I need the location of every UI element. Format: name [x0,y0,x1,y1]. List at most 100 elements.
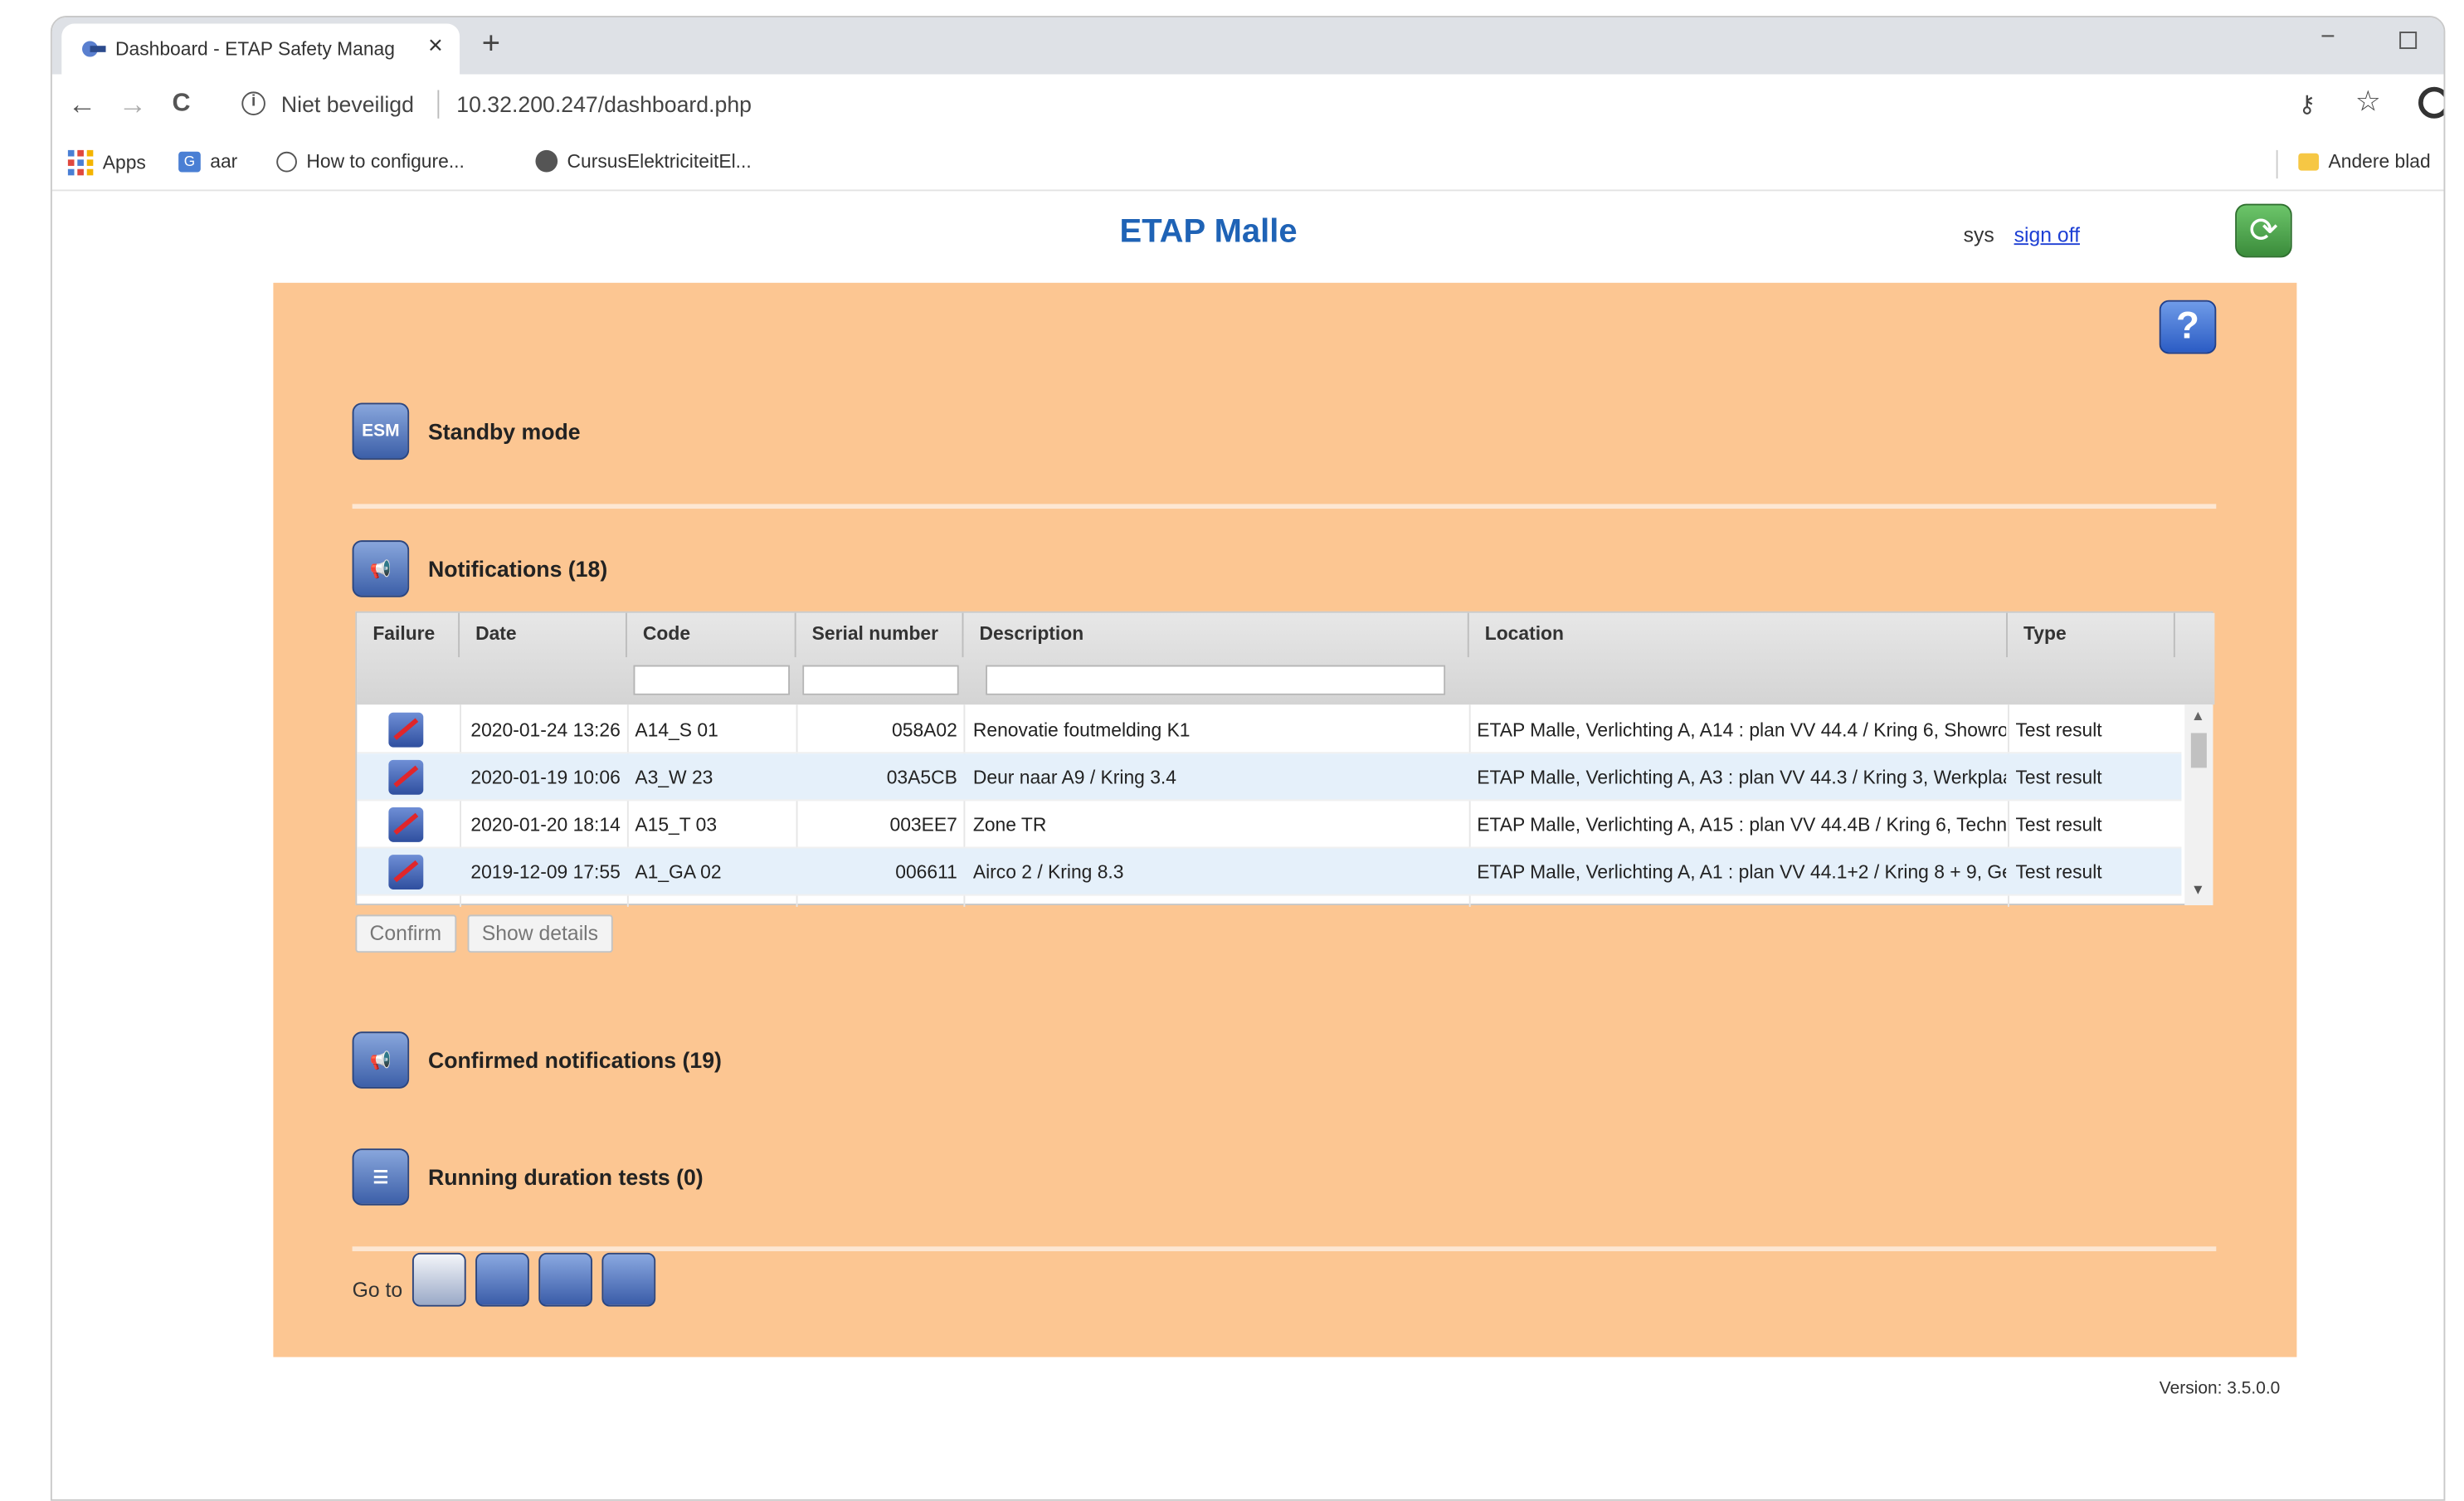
esm-standby-icon[interactable]: ESM [352,402,410,461]
table-row[interactable]: 2020-01-19 10:06 A3_W 23 03A5CB Deur naa… [357,753,2182,802]
serial-filter-input[interactable] [802,665,959,695]
code-filter-input[interactable] [633,665,790,695]
table-header: Failure Date Code Serial number Descript… [357,612,2215,705]
tab-title: Dashboard - ETAP Safety Manag [114,37,395,61]
megaphone-check-icon[interactable]: 📢 [352,1031,410,1089]
bookmark-label: Apps [102,151,146,174]
browser-toolbar: ← → C i Niet beveiligd 10.32.200.247/das… [51,74,2444,138]
dashboard-page: ETAP Malle sys sign off ⟳ ? ESM Standby … [51,191,2444,1499]
description-filter-input[interactable] [986,665,1446,695]
version-label: Version: 3.5.0.0 [2159,1379,2281,1399]
bookmark-label: How to configure... [306,149,465,173]
table-row[interactable]: 2019-12-09 17:55 A1_GA 02 006611 Airco 2… [357,848,2182,896]
bookmark-star-icon[interactable]: ☆ [2355,85,2381,119]
browser-tab[interactable]: Dashboard - ETAP Safety Manag × [61,23,460,75]
table-scrollbar[interactable]: ▲ ▼ [2184,704,2213,905]
other-bookmarks-label: Andere blad [2328,149,2431,173]
scroll-up-icon[interactable]: ▲ [2191,708,2205,724]
show-details-button[interactable]: Show details [467,914,613,953]
divider [352,504,2217,509]
goto-tools-button[interactable] [538,1252,592,1307]
confirmed-notifications-section[interactable]: 📢 Confirmed notifications (19) [352,1031,722,1089]
goto-installation-button[interactable] [475,1252,529,1307]
cell-code: A3_W 23 [635,766,713,789]
cell-location: ETAP Malle, Verlichting A, A14 : plan VV… [1477,719,2007,741]
screenshot-stage: Dashboard - ETAP Safety Manag × + − ← → … [0,0,2464,1501]
back-button[interactable]: ← [68,89,96,122]
cell-date: 2020-01-19 10:06 [470,766,621,789]
apps-grid-icon [67,149,94,176]
scroll-thumb[interactable] [2190,733,2207,768]
running-tests-label: Running duration tests (0) [427,1164,704,1190]
cell-serial: 03A5CB [886,766,957,789]
bookmark-separator [2276,149,2278,179]
column-header-serial[interactable]: Serial number [796,612,964,658]
tab-close-icon[interactable]: × [428,33,443,61]
folder-icon [2298,152,2320,170]
cell-code: A1_GA 02 [635,860,722,884]
running-tests-section[interactable]: ☰ Running duration tests (0) [352,1148,704,1206]
failure-lamp-icon [388,855,424,889]
key-icon[interactable]: ⚷ [2298,90,2315,118]
bookmarks-bar: Apps G aar How to configure... CursusEle… [51,138,2444,192]
minimize-button[interactable]: − [2320,24,2335,52]
standby-section[interactable]: ESM Standby mode [352,402,581,461]
column-header-failure[interactable]: Failure [357,612,460,658]
cell-code: A15_T 03 [635,813,718,836]
goto-label: Go to [352,1278,403,1302]
username: sys [1963,222,1994,247]
browser-window: Dashboard - ETAP Safety Manag × + − ← → … [50,16,2446,1501]
dashboard-panel: ? ESM Standby mode 📢 Notifications (18) … [273,282,2297,1357]
new-tab-button[interactable]: + [482,27,500,63]
globe-icon [535,149,558,173]
notifications-table: Failure Date Code Serial number Descript… [355,611,2215,907]
column-header-location[interactable]: Location [1469,612,2008,658]
cell-serial: 058A02 [892,719,957,741]
goto-luminaires-button[interactable] [411,1252,466,1307]
failure-lamp-icon [388,807,424,842]
cell-code: A14_S 01 [635,719,718,741]
goto-reports-button[interactable] [601,1252,656,1307]
other-bookmarks[interactable]: Andere blad [2298,149,2431,173]
sign-off-link[interactable]: sign off [2014,222,2080,246]
confirm-button[interactable]: Confirm [355,914,456,953]
divider [352,1246,2217,1251]
cell-description: Renovatie foutmelding K1 [972,719,1191,741]
failure-lamp-icon [388,759,424,795]
cell-date: 2019-12-09 17:55 [470,860,621,884]
megaphone-icon[interactable]: 📢 [352,540,410,597]
bookmark-label: aar [210,149,238,173]
cell-location: ETAP Malle, Verlichting A, A1 : plan VV … [1477,860,2007,884]
bookmark-apps[interactable]: Apps [67,149,146,176]
column-header-code[interactable]: Code [627,612,796,658]
restore-button[interactable] [2399,32,2418,50]
tab-strip: Dashboard - ETAP Safety Manag × + − [51,17,2444,75]
column-header-type[interactable]: Type [2008,612,2175,658]
bookmark-cursus[interactable]: CursusElektriciteitEl... [535,149,752,173]
bookmark-how-to-configure[interactable]: How to configure... [276,150,465,173]
duration-test-icon[interactable]: ☰ [352,1148,410,1206]
profile-icon[interactable] [2418,86,2444,119]
column-header-date[interactable]: Date [460,612,627,658]
bookmark-label: CursusElektriciteitEl... [567,149,752,173]
cell-description: Zone TR [972,813,1047,836]
address-bar[interactable]: 10.32.200.247/dashboard.php [456,91,752,116]
reload-button[interactable]: C [173,90,191,119]
notifications-label: Notifications (18) [427,556,608,582]
table-row[interactable]: 2020-01-24 13:26 A14_S 01 058A02 Renovat… [357,706,2182,754]
cell-description: Deur naar A9 / Kring 3.4 [972,766,1177,789]
confirmed-notifications-label: Confirmed notifications (19) [427,1047,722,1073]
scroll-down-icon[interactable]: ▼ [2191,881,2205,897]
security-label[interactable]: Niet beveiligd [281,91,414,116]
refresh-button[interactable]: ⟳ [2235,203,2292,258]
info-icon[interactable]: i [241,91,265,115]
notifications-section[interactable]: 📢 Notifications (18) [352,540,608,597]
table-row[interactable]: 2020-01-20 18:14 A15_T 03 003EE7 Zone TR… [357,801,2182,849]
cell-type: Test result [2015,766,2102,789]
cell-location: ETAP Malle, Verlichting A, A15 : plan VV… [1477,813,2007,836]
cell-type: Test result [2015,860,2102,884]
column-header-description[interactable]: Description [963,612,1469,658]
bookmark-aar[interactable]: G aar [178,150,237,173]
help-button[interactable]: ? [2159,300,2217,354]
forward-button[interactable]: → [119,89,147,122]
